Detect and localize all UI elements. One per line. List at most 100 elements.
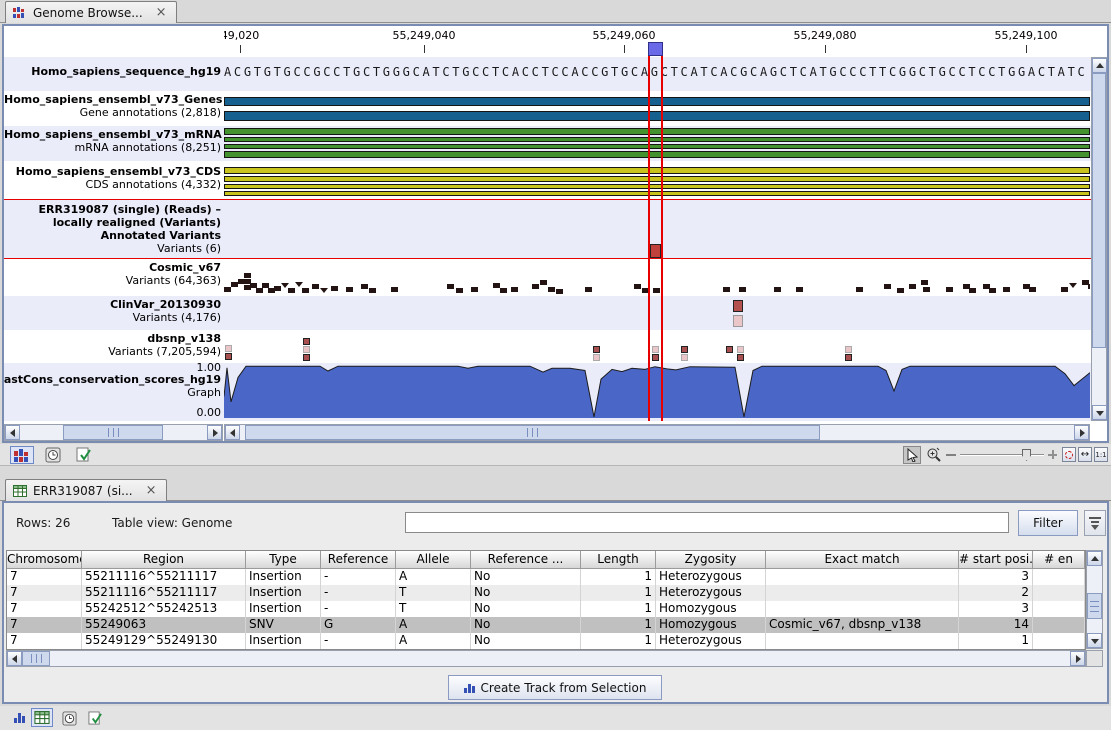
cosmic-variant-mark[interactable]	[312, 284, 319, 289]
dbsnp-variant-mark[interactable]	[303, 338, 310, 345]
track-label-sequence[interactable]: Homo_sapiens_sequence_hg19	[4, 57, 224, 91]
cosmic-variant-mark[interactable]	[556, 289, 563, 294]
table-cell[interactable]: 55211116^55211117	[82, 585, 246, 601]
table-cell[interactable]: 1	[959, 633, 1033, 649]
track-label-genes[interactable]: Homo_sapiens_ensembl_v73_Genes Gene anno…	[4, 91, 224, 126]
cosmic-variant-mark[interactable]	[739, 287, 746, 292]
fit-width-button[interactable]: ↔	[1078, 447, 1092, 462]
table-cell[interactable]	[766, 569, 959, 585]
cds-annotation-bar[interactable]	[224, 191, 1090, 196]
table-cell[interactable]: -	[321, 585, 396, 601]
track-label-phastcons[interactable]: 1.00 PhastCons_conservation_scores_hg19 …	[4, 363, 224, 421]
table-cell[interactable]: -	[321, 569, 396, 585]
zoom-100-button[interactable]: 1:1	[1094, 447, 1108, 462]
cosmic-variant-mark[interactable]	[884, 284, 891, 289]
track-view-button[interactable]	[10, 446, 34, 464]
scroll-down-button[interactable]	[1092, 405, 1107, 420]
table-cell[interactable]: Insertion	[246, 633, 321, 649]
cosmic-variant-mark[interactable]	[548, 287, 555, 292]
dbsnp-variant-mark[interactable]	[681, 346, 688, 353]
column-header-en[interactable]: # en	[1033, 551, 1085, 569]
filter-search-input[interactable]	[405, 512, 1009, 533]
table-cell[interactable]: Cosmic_v67, dbsnp_v138	[766, 617, 959, 633]
history-button[interactable]	[44, 446, 62, 464]
column-header-allele[interactable]: Allele	[396, 551, 471, 569]
cds-annotation-bar[interactable]	[224, 167, 1090, 174]
table-cell[interactable]: A	[396, 617, 471, 633]
table-cell[interactable]: Heterozygous	[656, 585, 766, 601]
cosmic-variant-mark[interactable]	[897, 288, 904, 293]
cosmic-variant-mark[interactable]	[1088, 284, 1090, 289]
cosmic-variant-mark[interactable]	[456, 288, 463, 293]
table-cell[interactable]: 3	[959, 569, 1033, 585]
clinvar-variant-mark[interactable]	[733, 300, 743, 312]
dbsnp-variant-mark[interactable]	[726, 346, 733, 353]
track-view-button[interactable]	[14, 712, 25, 723]
table-cell[interactable]: 7	[7, 569, 82, 585]
table-cell[interactable]: Homozygous	[656, 601, 766, 617]
dbsnp-variant-mark[interactable]	[225, 353, 232, 360]
table-cell[interactable]: 55249129^55249130	[82, 633, 246, 649]
gene-annotation-bar[interactable]	[224, 97, 1090, 106]
cosmic-variant-mark[interactable]	[320, 288, 328, 293]
clinvar-variant-mark[interactable]	[733, 315, 743, 327]
dbsnp-variant-mark[interactable]	[737, 346, 744, 353]
cosmic-variant-mark[interactable]	[653, 288, 660, 293]
cosmic-variant-mark[interactable]	[796, 287, 803, 292]
zoom-slider[interactable]	[960, 448, 1044, 462]
mrna-annotation-bar[interactable]	[224, 137, 1090, 142]
table-cell[interactable]: G	[321, 617, 396, 633]
table-cell[interactable]: 1	[581, 569, 656, 585]
table-cell[interactable]: -	[321, 601, 396, 617]
zoom-in-tool-button[interactable]	[925, 446, 943, 464]
cosmic-variant-mark[interactable]	[1029, 287, 1036, 292]
scroll-left-button[interactable]	[225, 425, 240, 440]
table-row[interactable]: 755249129^55249130Insertion-ANo1Heterozy…	[7, 633, 1085, 649]
tab-genome-browser[interactable]: Genome Browse... ×	[5, 1, 177, 23]
scrollbar-thumb[interactable]	[22, 651, 50, 666]
table-cell[interactable]: Homozygous	[656, 617, 766, 633]
cosmic-variant-mark[interactable]	[471, 287, 478, 292]
table-cell[interactable]: 1	[581, 601, 656, 617]
cosmic-variant-mark[interactable]	[224, 287, 231, 292]
table-cell[interactable]	[1033, 601, 1085, 617]
zoom-slider-handle[interactable]	[1022, 449, 1031, 461]
track-label-cds[interactable]: Homo_sapiens_ensembl_v73_CDS CDS annotat…	[4, 161, 224, 199]
dbsnp-variant-mark[interactable]	[737, 354, 744, 361]
table-cell[interactable]	[1033, 617, 1085, 633]
table-cell[interactable]: Insertion	[246, 569, 321, 585]
cosmic-variant-mark[interactable]	[946, 287, 953, 292]
table-cell[interactable]: No	[471, 617, 581, 633]
cosmic-variant-mark[interactable]	[532, 284, 539, 289]
cds-annotation-bar[interactable]	[224, 184, 1090, 189]
dbsnp-variant-mark[interactable]	[593, 354, 600, 361]
cosmic-variant-mark[interactable]	[493, 283, 500, 288]
cosmic-variant-mark[interactable]	[256, 288, 263, 293]
cosmic-variant-mark[interactable]	[274, 286, 281, 291]
scrollbar-thumb[interactable]	[1087, 593, 1102, 619]
element-info-button[interactable]	[74, 446, 92, 464]
labels-horizontal-scrollbar[interactable]	[4, 424, 223, 441]
cosmic-variant-mark[interactable]	[331, 286, 338, 291]
tracks-vertical-scrollbar[interactable]	[1091, 57, 1107, 421]
cosmic-variant-mark[interactable]	[585, 287, 592, 292]
tracks-horizontal-scrollbar[interactable]	[224, 424, 1090, 441]
column-header-reference[interactable]: Reference	[321, 551, 396, 569]
cosmic-variant-mark[interactable]	[723, 287, 730, 292]
table-cell[interactable]: 55249063	[82, 617, 246, 633]
cosmic-variant-mark[interactable]	[361, 284, 368, 289]
cosmic-variant-mark[interactable]	[989, 288, 996, 293]
scroll-down-button[interactable]	[1087, 633, 1102, 648]
table-cell[interactable]: 7	[7, 585, 82, 601]
cosmic-variant-mark[interactable]	[447, 284, 454, 289]
cosmic-variant-mark[interactable]	[856, 287, 863, 292]
table-cell[interactable]	[1033, 585, 1085, 601]
dbsnp-variant-mark[interactable]	[303, 346, 310, 353]
cosmic-variant-mark[interactable]	[231, 282, 238, 287]
table-cell[interactable]: -	[321, 633, 396, 649]
cosmic-variant-mark[interactable]	[774, 287, 781, 292]
table-cell[interactable]: 7	[7, 633, 82, 649]
table-cell[interactable]: No	[471, 601, 581, 617]
column-header-reference[interactable]: Reference ...	[471, 551, 581, 569]
element-info-button[interactable]	[86, 709, 104, 727]
